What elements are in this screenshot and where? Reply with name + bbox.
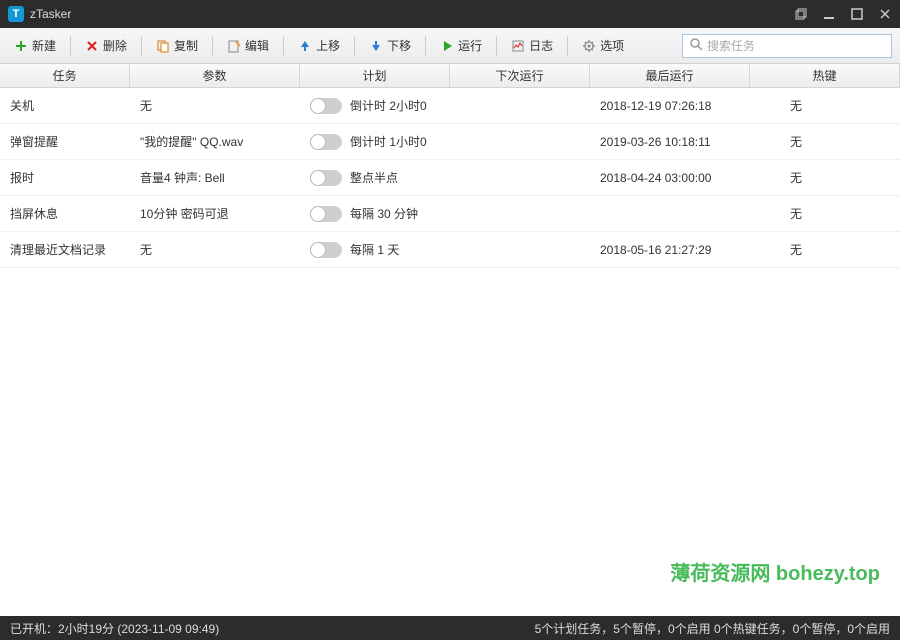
options-button[interactable]: 选项 <box>576 34 630 57</box>
play-icon <box>440 39 454 53</box>
separator <box>425 36 426 56</box>
movedown-button[interactable]: 下移 <box>363 34 417 57</box>
cell-last: 2019-03-26 10:18:11 <box>590 135 750 149</box>
log-label: 日志 <box>529 37 553 54</box>
cell-task: 挡屏休息 <box>0 205 130 222</box>
gear-icon <box>582 39 596 53</box>
separator <box>70 36 71 56</box>
cell-param: 无 <box>130 241 300 258</box>
col-header-hotkey[interactable]: 热键 <box>750 64 900 87</box>
toolbar: 新建 删除 复制 编辑 上移 下移 运行 日志 选项 <box>0 28 900 64</box>
plan-text: 整点半点 <box>350 169 398 186</box>
cell-plan: 倒计时 1小时0 <box>300 133 450 150</box>
cell-hotkey: 无 <box>750 133 900 150</box>
col-header-last[interactable]: 最后运行 <box>590 64 750 87</box>
search-wrap <box>682 34 892 58</box>
cell-param: "我的提醒" QQ.wav <box>130 133 300 150</box>
table-header: 任务 参数 计划 下次运行 最后运行 热键 <box>0 64 900 88</box>
toggle-switch[interactable] <box>310 134 342 150</box>
new-button[interactable]: 新建 <box>8 34 62 57</box>
minimize-icon[interactable] <box>822 7 836 21</box>
delete-label: 删除 <box>103 37 127 54</box>
col-header-next[interactable]: 下次运行 <box>450 64 590 87</box>
toggle-switch[interactable] <box>310 170 342 186</box>
cell-param: 无 <box>130 97 300 114</box>
movedown-label: 下移 <box>387 37 411 54</box>
restore-down-icon[interactable] <box>794 7 808 21</box>
cell-plan: 每隔 30 分钟 <box>300 205 450 222</box>
cell-last: 2018-05-16 21:27:29 <box>590 243 750 257</box>
toggle-switch[interactable] <box>310 242 342 258</box>
delete-button[interactable]: 删除 <box>79 34 133 57</box>
options-label: 选项 <box>600 37 624 54</box>
cell-param: 10分钟 密码可退 <box>130 205 300 222</box>
cell-hotkey: 无 <box>750 97 900 114</box>
log-icon <box>511 39 525 53</box>
close-icon[interactable] <box>878 7 892 21</box>
cell-param: 音量4 钟声: Bell <box>130 169 300 186</box>
table-row[interactable]: 挡屏休息 10分钟 密码可退 每隔 30 分钟 无 <box>0 196 900 232</box>
table-row[interactable]: 清理最近文档记录 无 每隔 1 天 2018-05-16 21:27:29 无 <box>0 232 900 268</box>
search-box[interactable] <box>682 34 892 58</box>
status-uptime: 已开机：2小时19分 (2023-11-09 09:49) <box>10 620 535 637</box>
cell-hotkey: 无 <box>750 241 900 258</box>
arrow-up-icon <box>298 39 312 53</box>
plan-text: 倒计时 1小时0 <box>350 133 427 150</box>
statusbar: 已开机：2小时19分 (2023-11-09 09:49) 5个计划任务，5个暂… <box>0 616 900 640</box>
toggle-switch[interactable] <box>310 98 342 114</box>
watermark: 薄荷资源网 bohezy.top <box>670 557 880 586</box>
plan-text: 每隔 1 天 <box>350 241 399 258</box>
delete-icon <box>85 39 99 53</box>
edit-button[interactable]: 编辑 <box>221 34 275 57</box>
plan-text: 每隔 30 分钟 <box>350 205 418 222</box>
toggle-switch[interactable] <box>310 206 342 222</box>
cell-last: 2018-12-19 07:26:18 <box>590 99 750 113</box>
search-input[interactable] <box>707 39 885 53</box>
copy-label: 复制 <box>174 37 198 54</box>
cell-plan: 每隔 1 天 <box>300 241 450 258</box>
separator <box>496 36 497 56</box>
window-controls <box>794 7 892 21</box>
cell-task: 关机 <box>0 97 130 114</box>
run-label: 运行 <box>458 37 482 54</box>
edit-icon <box>227 39 241 53</box>
plus-icon <box>14 39 28 53</box>
col-header-plan[interactable]: 计划 <box>300 64 450 87</box>
cell-task: 报时 <box>0 169 130 186</box>
copy-button[interactable]: 复制 <box>150 34 204 57</box>
separator <box>354 36 355 56</box>
new-label: 新建 <box>32 37 56 54</box>
cell-hotkey: 无 <box>750 169 900 186</box>
col-header-task[interactable]: 任务 <box>0 64 130 87</box>
table-row[interactable]: 弹窗提醒 "我的提醒" QQ.wav 倒计时 1小时0 2019-03-26 1… <box>0 124 900 160</box>
col-header-param[interactable]: 参数 <box>130 64 300 87</box>
arrow-down-icon <box>369 39 383 53</box>
cell-task: 弹窗提醒 <box>0 133 130 150</box>
status-summary: 5个计划任务，5个暂停，0个启用 0个热键任务，0个暂停，0个启用 <box>535 620 890 637</box>
cell-last: 2018-04-24 03:00:00 <box>590 171 750 185</box>
moveup-button[interactable]: 上移 <box>292 34 346 57</box>
cell-task: 清理最近文档记录 <box>0 241 130 258</box>
plan-text: 倒计时 2小时0 <box>350 97 427 114</box>
edit-label: 编辑 <box>245 37 269 54</box>
copy-icon <box>156 39 170 53</box>
log-button[interactable]: 日志 <box>505 34 559 57</box>
search-icon <box>689 37 703 54</box>
separator <box>283 36 284 56</box>
table-row[interactable]: 报时 音量4 钟声: Bell 整点半点 2018-04-24 03:00:00… <box>0 160 900 196</box>
separator <box>141 36 142 56</box>
app-title: zTasker <box>30 7 794 21</box>
separator <box>212 36 213 56</box>
separator <box>567 36 568 56</box>
table-row[interactable]: 关机 无 倒计时 2小时0 2018-12-19 07:26:18 无 <box>0 88 900 124</box>
cell-plan: 倒计时 2小时0 <box>300 97 450 114</box>
moveup-label: 上移 <box>316 37 340 54</box>
titlebar: T zTasker <box>0 0 900 28</box>
cell-hotkey: 无 <box>750 205 900 222</box>
maximize-icon[interactable] <box>850 7 864 21</box>
cell-plan: 整点半点 <box>300 169 450 186</box>
run-button[interactable]: 运行 <box>434 34 488 57</box>
task-rows: 关机 无 倒计时 2小时0 2018-12-19 07:26:18 无 弹窗提醒… <box>0 88 900 616</box>
app-icon: T <box>8 6 24 22</box>
